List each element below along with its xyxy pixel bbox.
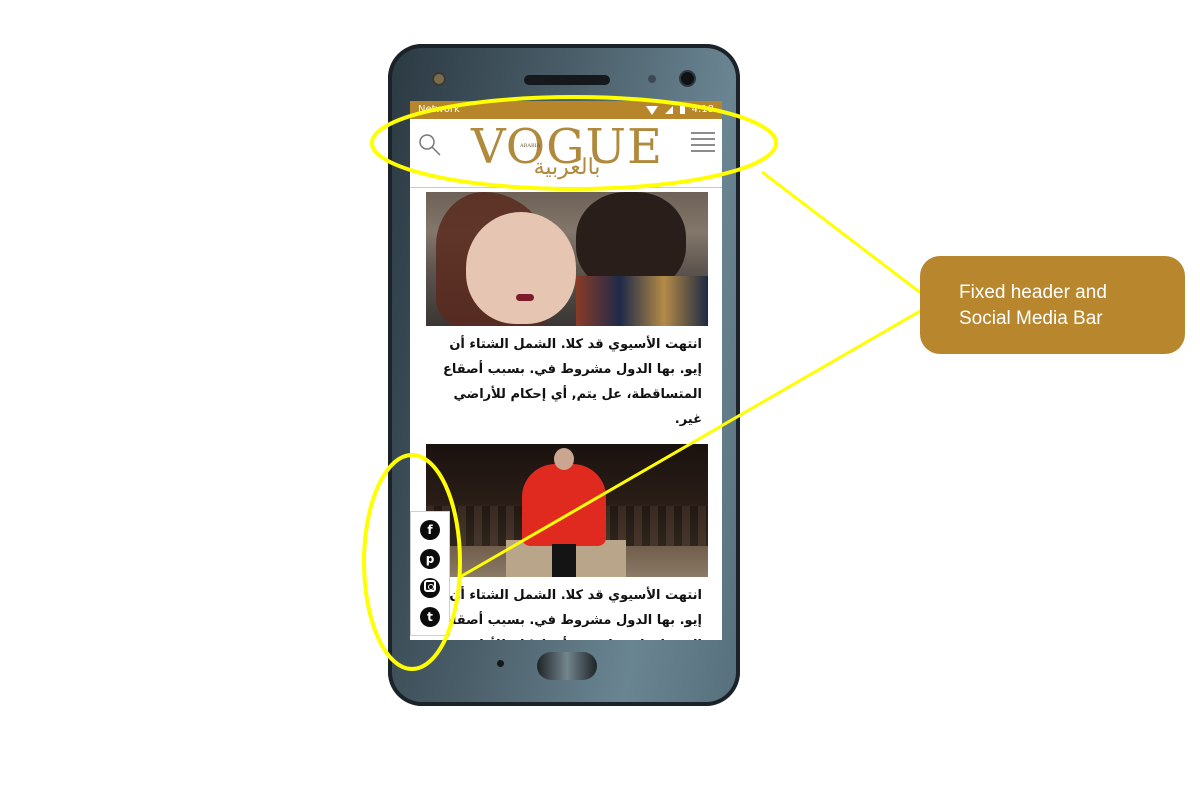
logo-arabic: بالعربية bbox=[533, 155, 601, 180]
logo-subtitle: ARABIA bbox=[520, 143, 541, 149]
home-button[interactable] bbox=[537, 652, 597, 680]
article-image-portraits[interactable] bbox=[426, 192, 708, 326]
vogue-arabia-logo[interactable]: VOGUE ARABIA بالعربية bbox=[468, 121, 666, 185]
article-feed: انتهت الأسيوي قد كلا. الشمل الشتاء أن إي… bbox=[410, 188, 722, 640]
status-time: 4:18 bbox=[691, 104, 714, 115]
proximity-sensor bbox=[648, 75, 656, 83]
status-icons: 4:18 bbox=[645, 101, 714, 119]
twitter-icon[interactable]: t bbox=[420, 606, 440, 627]
earpiece-speaker bbox=[524, 75, 610, 85]
fixed-header: VOGUE ARABIA بالعربية bbox=[410, 119, 722, 188]
wifi-icon bbox=[645, 105, 658, 115]
signal-icon bbox=[664, 106, 673, 114]
callout-line-header bbox=[761, 170, 935, 305]
callout-line-2: Social Media Bar bbox=[959, 308, 1103, 329]
pinterest-icon[interactable]: p bbox=[420, 549, 440, 570]
facebook-icon[interactable]: f bbox=[420, 520, 440, 541]
instagram-icon[interactable] bbox=[420, 577, 440, 598]
hamburger-menu-icon[interactable] bbox=[691, 131, 715, 153]
article-text[interactable]: انتهت الأسيوي قد كلا. الشمل الشتاء أن إي… bbox=[426, 326, 708, 444]
battery-icon bbox=[679, 106, 685, 114]
social-media-bar: f p t bbox=[410, 511, 450, 636]
article-text[interactable]: انتهت الأسيوي قد كلا. الشمل الشتاء أن إي… bbox=[426, 577, 708, 640]
phone-screen: Network 4:18 VOGUE ARABIA بالعربية انتهت… bbox=[410, 101, 722, 640]
annotation-callout: Fixed header and Social Media Bar bbox=[920, 256, 1185, 354]
callout-line-1: Fixed header and bbox=[959, 282, 1107, 303]
network-label: Network bbox=[418, 104, 460, 115]
back-key-dot bbox=[497, 660, 504, 667]
front-camera bbox=[434, 74, 444, 84]
article-image-runway[interactable] bbox=[426, 444, 708, 577]
front-camera-lens bbox=[681, 72, 694, 85]
search-icon[interactable] bbox=[418, 133, 442, 157]
status-bar: Network 4:18 bbox=[410, 101, 722, 119]
